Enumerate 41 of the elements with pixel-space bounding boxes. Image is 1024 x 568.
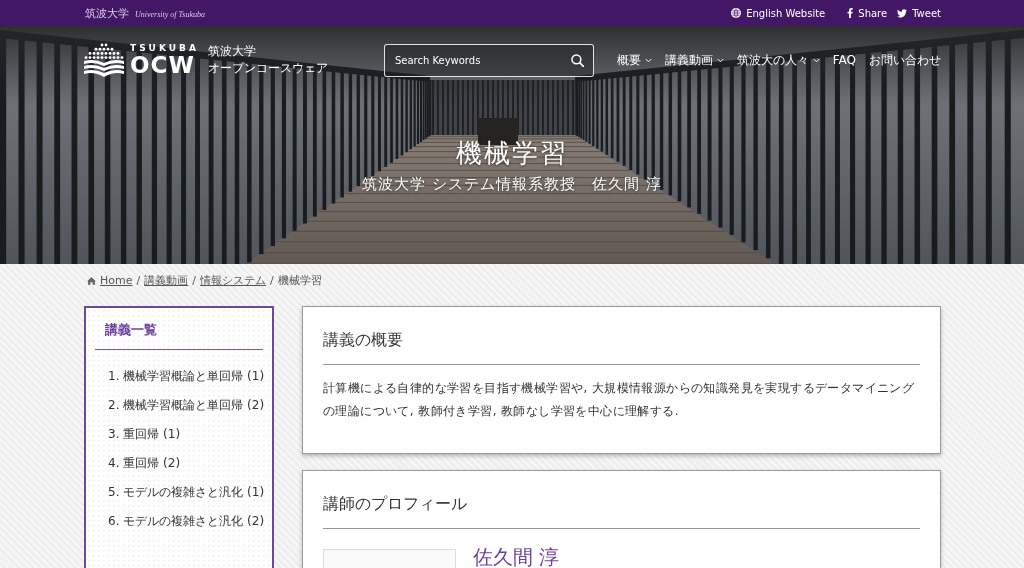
nav-menu-item[interactable]: お問い合わせ <box>869 51 941 69</box>
nav-menu-item[interactable]: 概要 <box>616 51 652 69</box>
nav-menu-item[interactable]: 講義動画 <box>664 51 724 69</box>
breadcrumb-separator: / <box>269 274 274 288</box>
lecture-link[interactable]: 3. 重回帰 (1) <box>104 427 270 442</box>
logo-university-text: TSUKUBA <box>130 43 199 54</box>
page-title: 機械学習 <box>455 137 569 169</box>
logo-wordmark: OCW <box>130 54 196 77</box>
lecture-link[interactable]: 4. 重回帰 (2) <box>104 456 270 471</box>
site-title: 筑波大学 <box>207 43 257 60</box>
search-field[interactable]: Search Keywords <box>383 43 594 77</box>
nav-menu-item[interactable]: FAQ <box>832 53 856 67</box>
section-heading: 講師のプロフィール <box>323 493 468 515</box>
section-heading: 講義の概要 <box>323 329 404 351</box>
logo-icon[interactable] <box>83 42 125 78</box>
breadcrumb-current: 機械学習 <box>277 274 322 288</box>
site-subtitle: オープンコースウェア <box>207 60 328 77</box>
search-icon[interactable] <box>570 53 584 67</box>
lecture-link[interactable]: 6. モデルの複雑さと汎化 (2) <box>104 514 270 529</box>
top-bar-link[interactable]: English Website <box>731 7 826 19</box>
lecture-link[interactable]: 2. 機械学習概論と単回帰 (2) <box>104 398 270 413</box>
globe-icon <box>731 8 742 18</box>
university-name-english: University of Tsukuba <box>135 9 205 19</box>
overview-text: 計算機による自律的な学習を目指す機械学習や, 大規模情報源からの知識発見を実現するデータマイニングの理論について, 教師付き学習, 教師なし学習を中心に理解する. <box>323 380 916 420</box>
lecturer-name[interactable]: 佐久間 淳 <box>473 546 560 568</box>
breadcrumb-link[interactable]: 情報システム <box>199 274 266 288</box>
panel-heading: 講義一覧 <box>105 321 158 339</box>
f-logo-icon <box>847 8 854 18</box>
breadcrumb-link[interactable]: 講義動画 <box>144 274 189 288</box>
breadcrumb-separator: / <box>136 274 141 288</box>
page-subtitle: 筑波大学 システム情報系教授 佐久間 淳 <box>361 174 663 194</box>
top-bar-link[interactable]: Share <box>847 7 888 19</box>
bird-icon <box>897 8 908 18</box>
university-name: 筑波大学 <box>85 5 129 21</box>
home-icon[interactable] <box>87 277 96 285</box>
nav-menu-item[interactable]: 筑波大の人々 <box>736 51 820 69</box>
lecture-link[interactable]: 5. モデルの複雑さと汎化 (1) <box>104 485 270 500</box>
lecture-link[interactable]: 1. 機械学習概論と単回帰 (1) <box>104 369 270 384</box>
breadcrumb-separator: / <box>192 274 196 288</box>
top-bar-link[interactable]: Tweet <box>897 7 941 19</box>
breadcrumb-link[interactable]: Home <box>100 274 133 288</box>
